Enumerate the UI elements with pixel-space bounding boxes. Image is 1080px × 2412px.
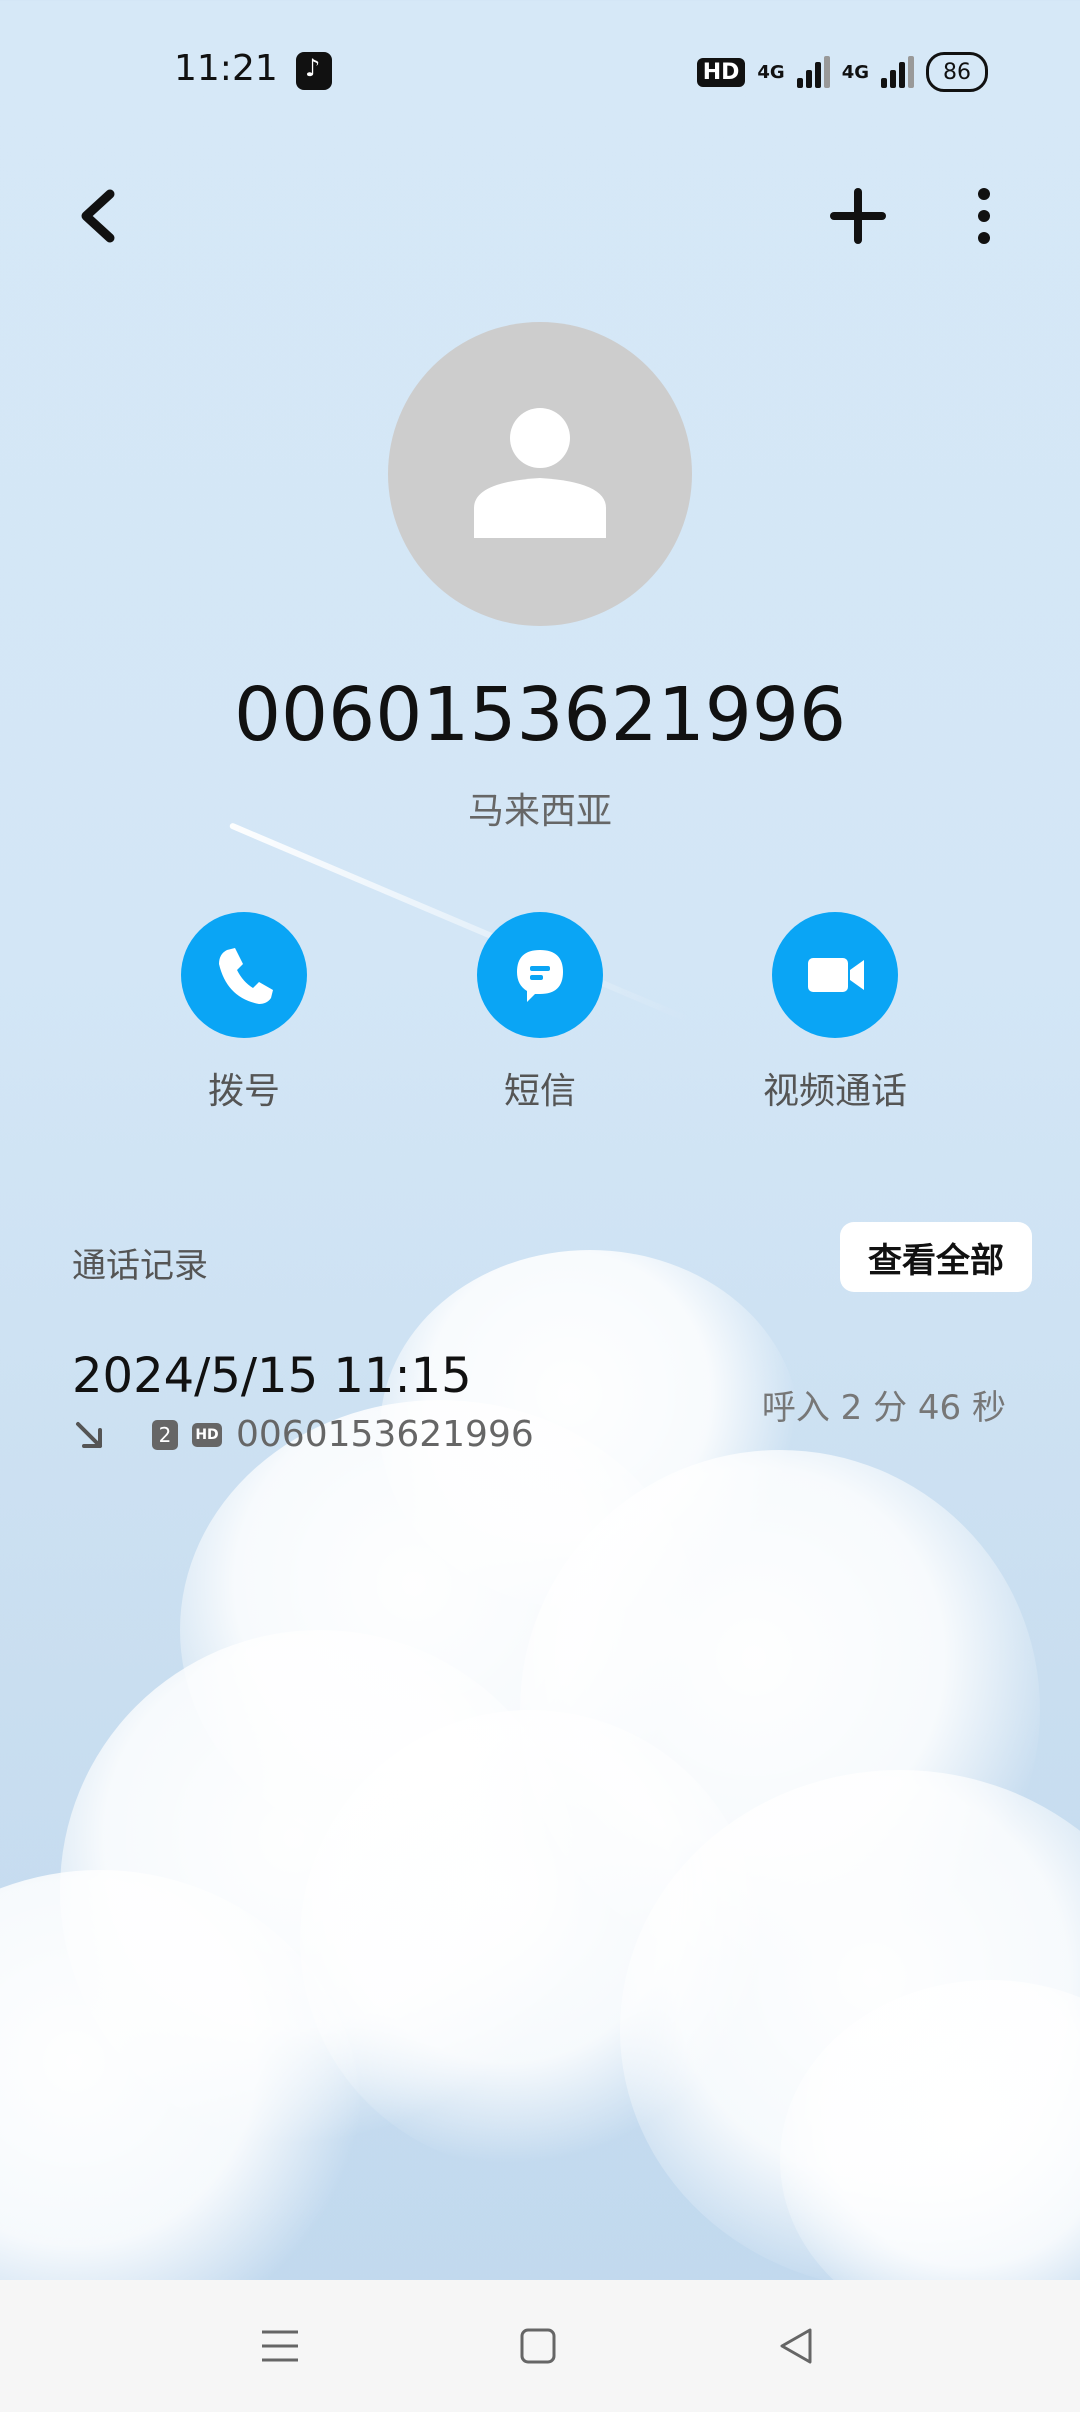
more-options-button[interactable] <box>966 180 1002 252</box>
message-button[interactable]: 短信 <box>410 912 670 1114</box>
back-nav-button[interactable] <box>716 2280 876 2412</box>
dial-label: 拨号 <box>207 1071 280 1112</box>
video-call-button[interactable]: 视频通话 <box>705 912 965 1114</box>
triangle-back-icon <box>780 2328 812 2364</box>
contact-location: 马来西亚 <box>467 791 612 832</box>
video-call-label: 视频通话 <box>762 1071 907 1112</box>
video-call-circle[interactable] <box>772 912 898 1038</box>
back-button[interactable] <box>70 180 130 252</box>
more-vertical-icon <box>978 188 990 244</box>
hd-voice-icon: HD <box>696 57 746 87</box>
dial-circle[interactable] <box>181 912 307 1038</box>
message-label: 短信 <box>503 1071 576 1112</box>
contact-avatar <box>388 322 692 626</box>
sim1-network-label: 4G <box>757 61 785 83</box>
square-home-icon <box>520 2328 556 2364</box>
sim2-network-label: 4G <box>841 61 869 83</box>
plus-icon <box>830 188 886 244</box>
incoming-call-arrow-icon <box>76 1421 102 1448</box>
chevron-left-icon <box>81 189 115 243</box>
call-log-title: 通话记录 <box>72 1246 208 1286</box>
view-all-button[interactable]: 查看全部 <box>840 1222 1032 1292</box>
call-log-datetime[interactable]: 2024/5/15 11:15 <box>72 1348 472 1404</box>
call-log-details: 2 HD 0060153621996 <box>72 1414 534 1455</box>
hd-call-icon: HD <box>192 1422 222 1447</box>
recent-apps-button[interactable] <box>200 2280 360 2412</box>
sim2-icon: 2 <box>152 1419 178 1450</box>
battery-icon: 86 <box>926 52 988 92</box>
status-icons: HD 4G 4G 86 <box>696 52 988 92</box>
contact-number: 0060153621996 <box>233 672 847 758</box>
person-icon <box>474 408 606 538</box>
dial-button[interactable]: 拨号 <box>114 912 374 1114</box>
call-log-summary: 呼入 2 分 46 秒 <box>761 1388 1006 1428</box>
video-camera-icon <box>808 958 864 992</box>
call-log-number: 0060153621996 <box>236 1414 534 1455</box>
phone-icon <box>219 948 273 1004</box>
sim1-signal-icon <box>796 56 830 88</box>
status-time: 11:21 <box>174 48 278 89</box>
battery-level: 86 <box>943 59 971 85</box>
sim2-signal-icon <box>881 56 914 88</box>
message-icon <box>517 950 563 1002</box>
message-circle[interactable] <box>477 912 603 1038</box>
tiktok-notification-icon <box>296 52 332 90</box>
system-navigation-bar <box>0 2280 1080 2412</box>
add-contact-button[interactable] <box>828 180 888 252</box>
menu-icon <box>262 2330 298 2362</box>
home-button[interactable] <box>458 2280 618 2412</box>
